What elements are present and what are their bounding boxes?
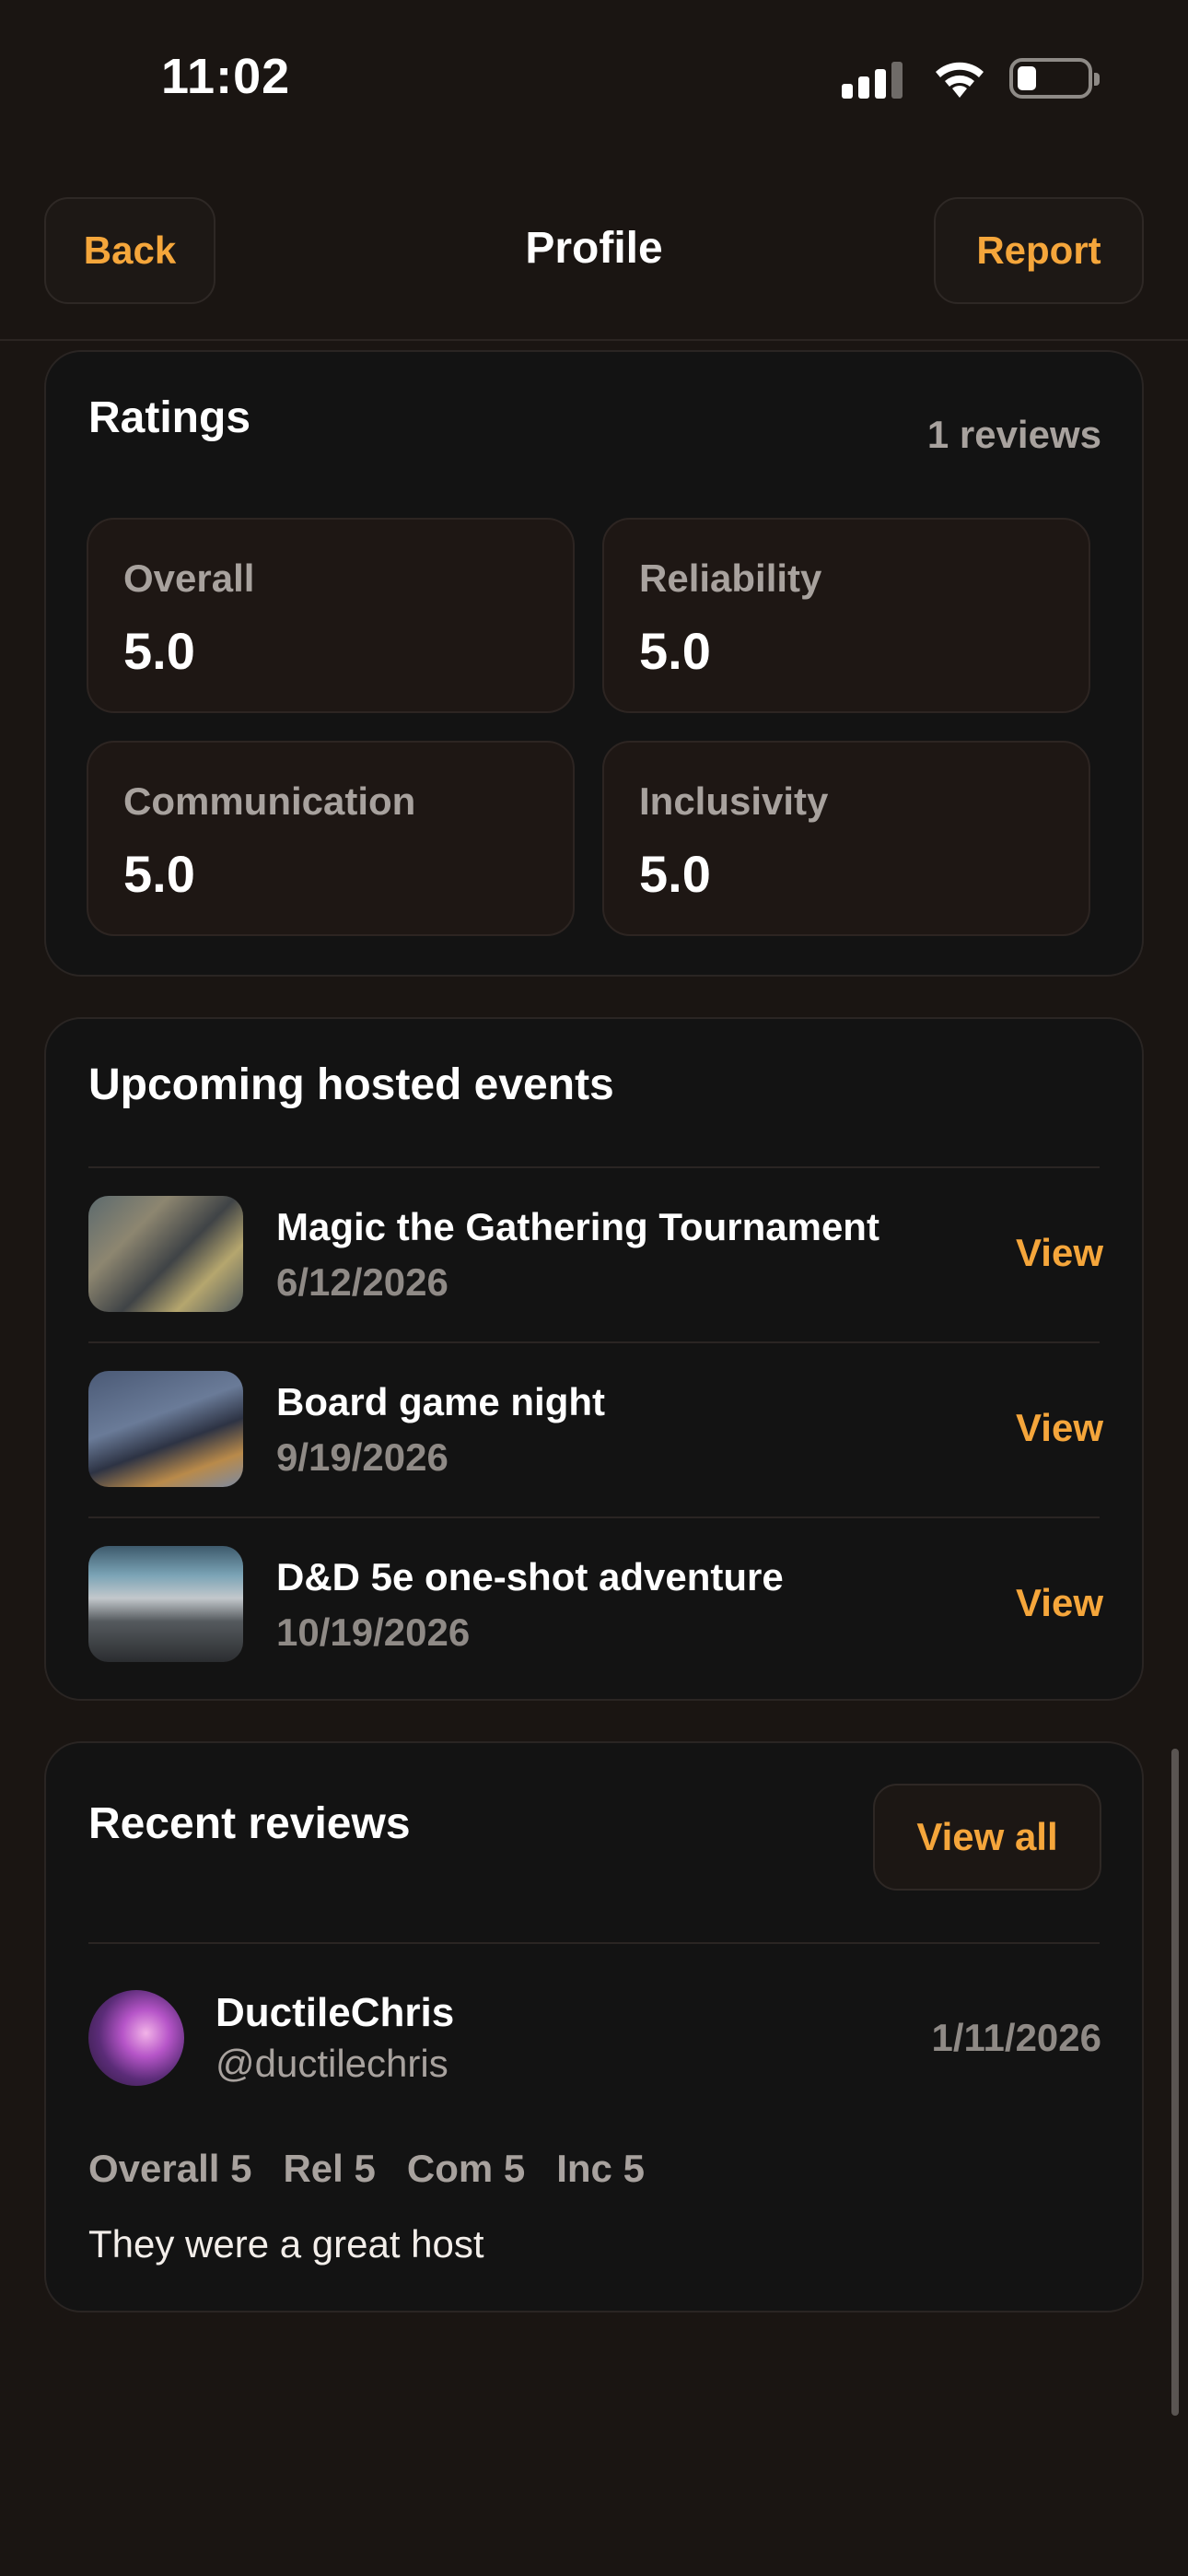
- event-name: D&D 5e one-shot adventure: [276, 1555, 784, 1598]
- event-row[interactable]: Board game night 9/19/2026 View: [88, 1341, 1103, 1515]
- review-text: They were a great host: [88, 2222, 484, 2266]
- recent-reviews-card: Recent reviews View all DuctileChris @du…: [44, 1741, 1144, 2313]
- review-date: 1/11/2026: [931, 2016, 1101, 2059]
- rating-communication: Communication 5.0: [87, 741, 575, 936]
- rating-value: 5.0: [123, 845, 195, 903]
- rating-value: 5.0: [639, 622, 711, 680]
- rating-value: 5.0: [123, 622, 195, 680]
- rating-label: Overall: [123, 556, 255, 600]
- reviewer-name[interactable]: DuctileChris: [215, 1990, 454, 2036]
- rating-inclusivity: Inclusivity 5.0: [602, 741, 1090, 936]
- event-thumbnail: [88, 1546, 243, 1662]
- events-title: Upcoming hosted events: [88, 1060, 614, 1109]
- rating-overall: Overall 5.0: [87, 518, 575, 713]
- scrollbar[interactable]: [1171, 1749, 1179, 2416]
- rating-label: Reliability: [639, 556, 822, 600]
- event-row[interactable]: D&D 5e one-shot adventure 10/19/2026 Vie…: [88, 1516, 1103, 1690]
- event-thumbnail: [88, 1196, 243, 1312]
- ratings-title: Ratings: [88, 393, 251, 442]
- event-name: Magic the Gathering Tournament: [276, 1205, 879, 1248]
- event-date: 10/19/2026: [276, 1610, 471, 1654]
- reviews-title: Recent reviews: [88, 1799, 411, 1848]
- rating-label: Communication: [123, 779, 416, 823]
- view-all-reviews-button[interactable]: View all: [873, 1784, 1101, 1891]
- reviews-count: 1 reviews: [926, 413, 1101, 456]
- score-inclusivity: Inc 5: [556, 2147, 645, 2190]
- upcoming-events-card: Upcoming hosted events Magic the Gatheri…: [44, 1017, 1144, 1701]
- battery-icon: [1009, 58, 1100, 99]
- event-thumbnail: [88, 1371, 243, 1487]
- navigation-bar: Back Profile Report: [0, 193, 1188, 341]
- status-icons: [842, 57, 1100, 100]
- ratings-card: Ratings 1 reviews Overall 5.0 Reliabilit…: [44, 350, 1144, 977]
- review-scores: Overall 5 Rel 5 Com 5 Inc 5: [88, 2147, 645, 2191]
- divider: [88, 1942, 1100, 1944]
- report-button[interactable]: Report: [934, 197, 1144, 304]
- score-overall: Overall 5: [88, 2147, 252, 2190]
- score-reliability: Rel 5: [283, 2147, 376, 2190]
- score-communication: Com 5: [406, 2147, 526, 2190]
- cellular-signal-icon: [842, 58, 903, 99]
- view-event-link[interactable]: View: [1016, 1231, 1103, 1275]
- view-event-link[interactable]: View: [1016, 1581, 1103, 1625]
- status-time: 11:02: [161, 49, 291, 104]
- status-bar: 11:02: [0, 0, 1188, 166]
- reviewer-handle: @ductilechris: [215, 2042, 448, 2085]
- rating-value: 5.0: [639, 845, 711, 903]
- wifi-icon: [936, 62, 984, 98]
- event-date: 6/12/2026: [276, 1260, 448, 1304]
- event-row[interactable]: Magic the Gathering Tournament 6/12/2026…: [88, 1166, 1103, 1340]
- reviewer-avatar[interactable]: [88, 1990, 184, 2086]
- view-event-link[interactable]: View: [1016, 1406, 1103, 1450]
- rating-reliability: Reliability 5.0: [602, 518, 1090, 713]
- event-name: Board game night: [276, 1380, 606, 1423]
- event-date: 9/19/2026: [276, 1435, 448, 1479]
- rating-label: Inclusivity: [639, 779, 829, 823]
